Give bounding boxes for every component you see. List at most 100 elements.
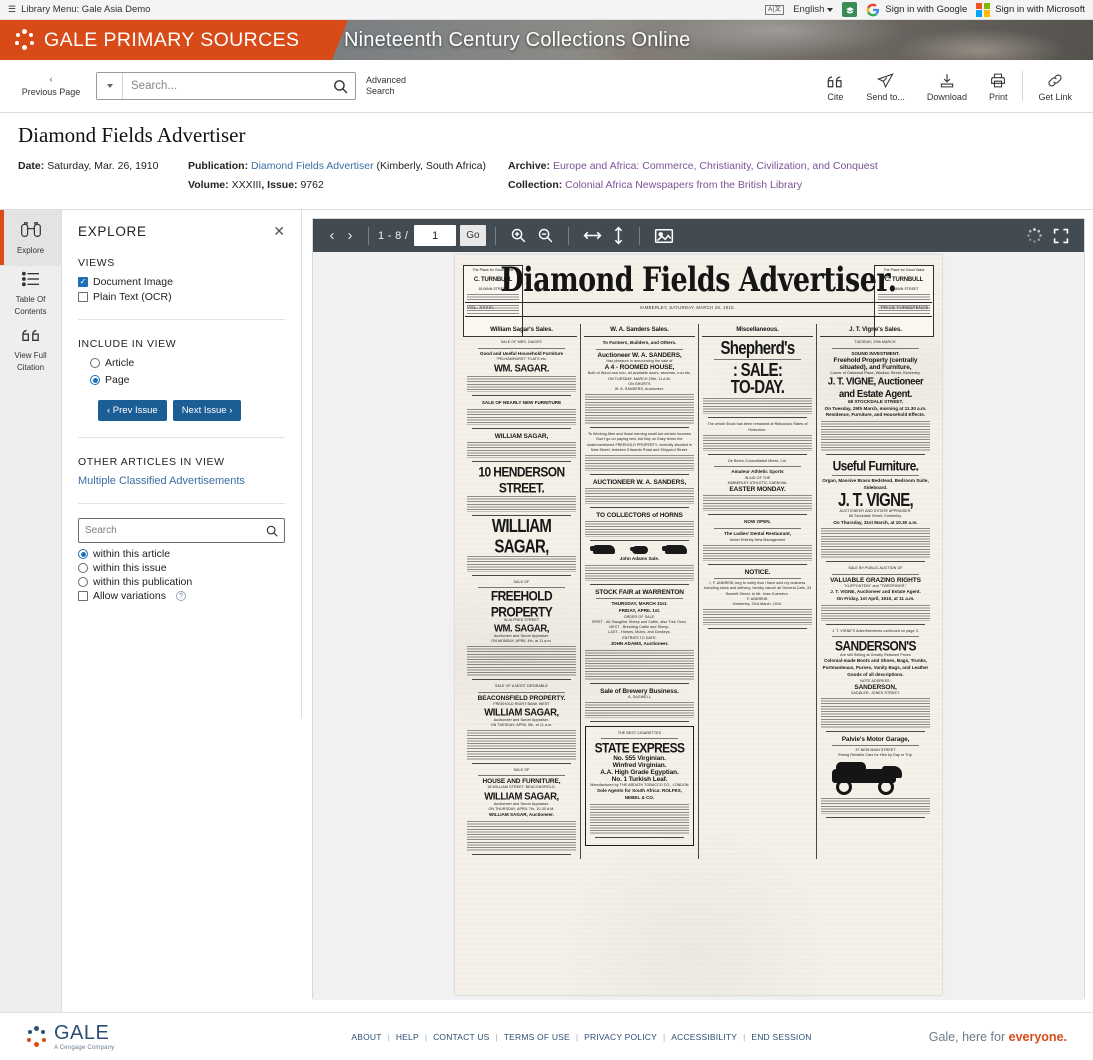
ad-line: STATE EXPRESS (594, 739, 685, 757)
issue-navigation: ‹ Prev Issue Next Issue › (98, 400, 285, 422)
volume-value: XXXIII (231, 179, 262, 192)
ad-rule (590, 583, 689, 585)
view-option-document-image[interactable]: Document Image (78, 276, 285, 288)
ad-body-text (703, 434, 812, 451)
ad-line: SALE OF A MOST DESIRABLE (494, 684, 549, 689)
footer-brand-label: GALE (54, 1021, 110, 1044)
ad-line: Sale of Brewery Business. (600, 687, 679, 695)
fullscreen-icon[interactable] (1048, 228, 1074, 244)
newspaper-advertisement: NOW OPEN. The Ladies' Dental Restaurant, U… (702, 519, 813, 566)
footer-link-accessibility[interactable]: ACCESSIBILITY (671, 1032, 737, 1042)
footer-link-terms-of-use[interactable]: TERMS OF USE (504, 1032, 570, 1042)
fit-height-icon[interactable] (607, 226, 630, 245)
viewer-next-page-button[interactable]: › (341, 227, 359, 244)
footer-link-contact-us[interactable]: CONTACT US (433, 1032, 489, 1042)
close-icon[interactable]: ✕ (273, 224, 285, 238)
signin-microsoft-label: Sign in with Microsoft (995, 4, 1085, 15)
sidebar-item-explore[interactable]: Explore (0, 210, 61, 267)
ad-body-text (821, 698, 930, 729)
footer-link-help[interactable]: HELP (396, 1032, 419, 1042)
signin-microsoft-button[interactable]: Sign in with Microsoft (976, 2, 1085, 17)
other-article-link[interactable]: Multiple Classified Advertisements (78, 475, 285, 487)
ad-line: FREEHOLD PROPERTY (490, 587, 553, 620)
document-image-stage[interactable]: The Place for Good Value C. TURNBULL 18 … (313, 252, 1084, 1001)
collection-link[interactable]: Colonial Africa Newspapers from the Brit… (565, 179, 802, 191)
scope-option-publication[interactable]: within this publication (78, 576, 285, 588)
sidebar-item-table-of-contents[interactable]: Table Of Contents (0, 266, 61, 322)
ad-line: Under Entirely New Management (729, 538, 786, 543)
footer-gale-logo[interactable]: GALE A Cengage Company (26, 1023, 306, 1051)
search-submit-button[interactable] (325, 73, 355, 99)
print-label: Print (988, 91, 1008, 102)
ad-rule (708, 417, 807, 419)
allow-variations-option[interactable]: Allow variations ? (78, 590, 285, 602)
scope-option-issue[interactable]: within this issue (78, 562, 285, 574)
footer-link-privacy-policy[interactable]: PRIVACY POLICY (584, 1032, 657, 1042)
scope-option-article[interactable]: within this article (78, 548, 285, 560)
ad-body-text (467, 441, 576, 458)
include-option-article[interactable]: Article (90, 357, 285, 369)
ad-rule (590, 507, 689, 509)
ad-body-text (467, 555, 576, 572)
ad-line: FRIDAY, APRIL 1st. (618, 607, 661, 613)
prev-issue-button[interactable]: ‹ Prev Issue (98, 400, 167, 422)
publication-link[interactable]: Diamond Fields Advertiser (251, 160, 374, 172)
image-icon[interactable] (649, 228, 679, 244)
ad-line: Colonial-made Boots and Shoes, Bags, Tru… (822, 657, 929, 677)
microsoft-icon (976, 2, 991, 17)
newspaper-advertisement: SALE BY PUBLIC AUCTION OF VALUABLE GRAZIN… (820, 566, 931, 625)
go-button[interactable]: Go (460, 225, 486, 247)
volume-label: Volume: (188, 179, 229, 192)
motorcar-part (836, 762, 866, 772)
ad-rule (472, 460, 571, 462)
panel-search-input[interactable] (79, 525, 260, 537)
footer-link-end-session[interactable]: END SESSION (751, 1032, 811, 1042)
ad-rule (708, 514, 807, 516)
sidebar-item-view-full-citation[interactable]: View Full Citation (0, 322, 61, 378)
print-button[interactable]: Print (978, 71, 1019, 102)
get-link-button[interactable]: Get Link (1027, 71, 1083, 102)
newspaper-advertisement: SALE OF HOUSE AND FURNITURE, 18 WILLIAM ST… (466, 768, 577, 855)
search-input[interactable] (123, 73, 325, 99)
send-to-button[interactable]: Send to... (855, 71, 916, 102)
archive-link[interactable]: Europe and Africa: Commerce, Christianit… (553, 160, 878, 172)
download-button[interactable]: Download (916, 71, 978, 102)
zoom-out-icon[interactable] (532, 227, 559, 244)
google-classroom-icon[interactable] (842, 2, 858, 17)
help-icon[interactable]: ? (175, 591, 186, 602)
ad-line: John Adams Sale. (619, 556, 660, 562)
ad-line: SALE OF NEARLY NEW FURNITURE (481, 399, 562, 405)
radio-icon (78, 563, 88, 574)
footer-link-about[interactable]: ABOUT (351, 1032, 381, 1042)
newspaper-page-image[interactable]: The Place for Good Value C. TURNBULL 18 … (455, 255, 942, 996)
metadata-volume-row: Volume: XXXIII, Issue: 9762 (188, 178, 508, 192)
include-option-page[interactable]: Page (90, 374, 285, 386)
viewer-toolbar: ‹ › 1 - 8 / Go (313, 219, 1084, 253)
signin-google-button[interactable]: Sign in with Google (866, 3, 967, 17)
fit-width-icon[interactable] (578, 229, 607, 242)
language-selector[interactable]: English (793, 4, 834, 15)
search-scope-dropdown[interactable] (97, 73, 123, 99)
ad-rule (590, 682, 689, 684)
ad-rule (714, 578, 801, 580)
ad-rule (595, 837, 684, 839)
viewer-prev-page-button[interactable]: ‹ (323, 227, 341, 244)
ad-line: ON MONDAY, APRIL 4th, at 11 a.m. (491, 639, 552, 644)
next-issue-button[interactable]: Next Issue › (172, 400, 242, 422)
gale-primary-sources-logo[interactable]: GALE PRIMARY SOURCES (0, 20, 310, 60)
page-number-input[interactable] (414, 225, 457, 247)
left-rail: Explore Table Of Contents View Full Cita… (0, 210, 62, 1013)
panel-search-button[interactable] (260, 524, 284, 538)
zoom-in-icon[interactable] (505, 227, 532, 244)
masthead-rule (465, 302, 932, 304)
cite-button[interactable]: Cite (815, 71, 855, 102)
view-option-plain-text[interactable]: Plain Text (OCR) (78, 291, 285, 303)
ad-line: SANDERSON, (854, 683, 897, 691)
previous-page-button[interactable]: ‹ Previous Page (10, 75, 92, 98)
search-scope-options: within this article within this issue wi… (78, 548, 285, 602)
advanced-search-link[interactable]: Advanced Search (366, 75, 416, 98)
page-title: Diamond Fields Advertiser (18, 123, 246, 147)
ad-line: On Tuesday, 29th March, morning at 11.30… (824, 405, 927, 411)
library-menu-button[interactable]: ☰ Library Menu: Gale Asia Demo (8, 4, 150, 15)
ad-body-text (703, 495, 812, 512)
